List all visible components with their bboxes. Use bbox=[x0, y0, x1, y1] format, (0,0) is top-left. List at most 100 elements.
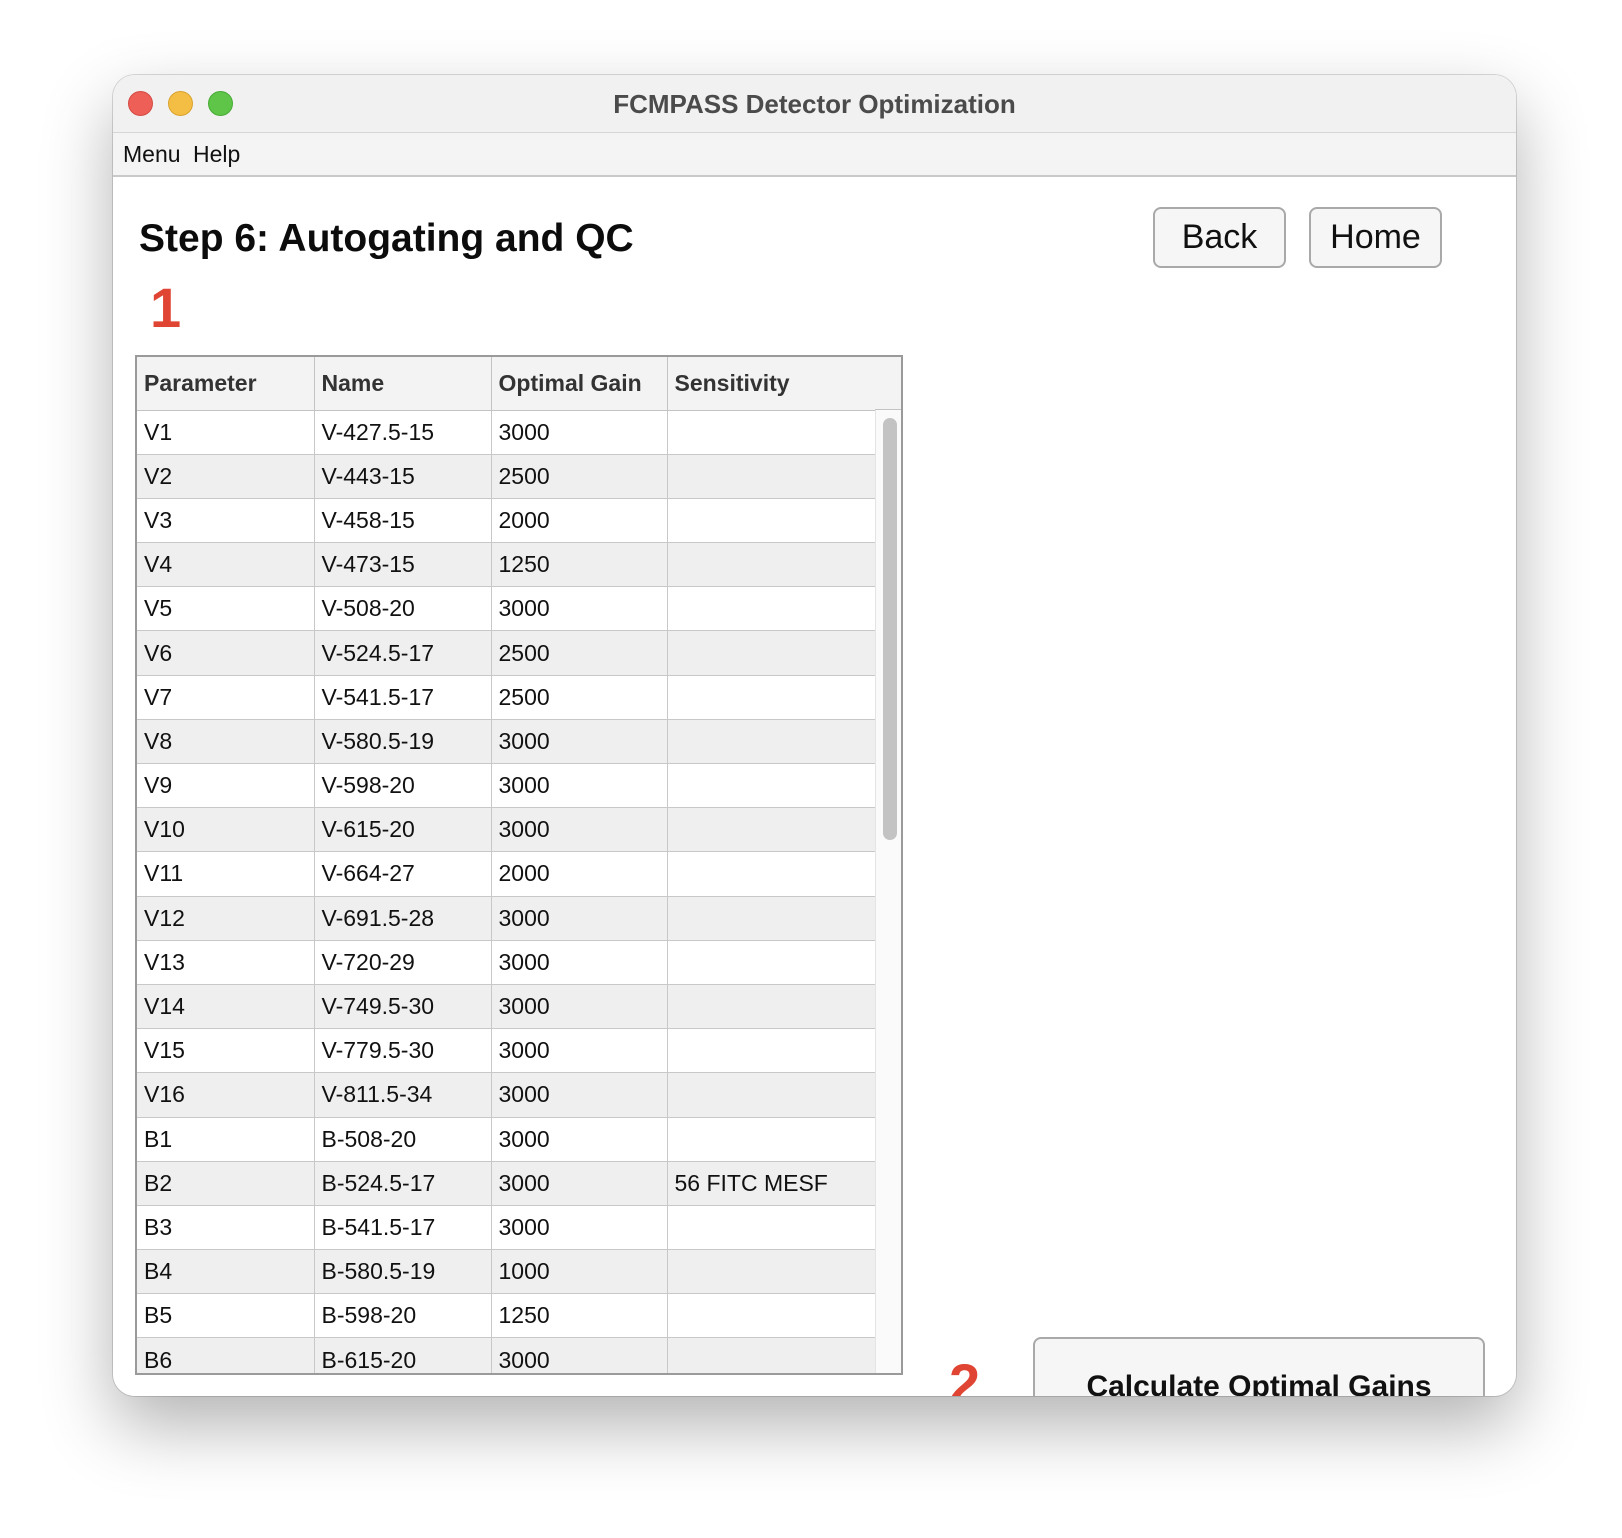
cell-parameter: V15 bbox=[137, 1028, 315, 1074]
table-row[interactable]: V15 V-779.5-30 3000 bbox=[137, 1028, 878, 1074]
cell-parameter: V13 bbox=[137, 940, 315, 985]
cell-parameter: V4 bbox=[137, 542, 315, 588]
calculate-optimal-gains-button[interactable]: Calculate Optimal Gains bbox=[1033, 1337, 1485, 1396]
table-row[interactable]: B2 B-524.5-17 3000 56 FITC MESF bbox=[137, 1161, 878, 1206]
cell-name: V-524.5-17 bbox=[314, 630, 492, 676]
cell-sensitivity bbox=[667, 851, 878, 897]
cell-sensitivity bbox=[667, 1205, 878, 1251]
cell-sensitivity bbox=[667, 1337, 878, 1373]
cell-name: V-779.5-30 bbox=[314, 1028, 492, 1074]
title-bar: FCMPASS Detector Optimization bbox=[113, 75, 1516, 133]
table-row[interactable]: V7 V-541.5-17 2500 bbox=[137, 675, 878, 720]
table-row[interactable]: V9 V-598-20 3000 bbox=[137, 763, 878, 809]
cell-name: V-473-15 bbox=[314, 542, 492, 588]
table-row[interactable]: V10 V-615-20 3000 bbox=[137, 807, 878, 853]
cell-parameter: V12 bbox=[137, 896, 315, 941]
cell-optimal-gain: 2500 bbox=[491, 454, 668, 499]
cell-name: V-580.5-19 bbox=[314, 719, 492, 765]
cell-sensitivity bbox=[667, 896, 878, 941]
column-header-optimal-gain[interactable]: Optimal Gain bbox=[491, 357, 668, 411]
cell-optimal-gain: 3000 bbox=[491, 1072, 668, 1118]
cell-name: V-720-29 bbox=[314, 940, 492, 985]
table-row[interactable]: B1 B-508-20 3000 bbox=[137, 1117, 878, 1162]
cell-sensitivity bbox=[667, 630, 878, 676]
cell-parameter: V16 bbox=[137, 1072, 315, 1118]
cell-name: V-508-20 bbox=[314, 586, 492, 632]
cell-parameter: V8 bbox=[137, 719, 315, 765]
cell-optimal-gain: 2000 bbox=[491, 851, 668, 897]
table-row[interactable]: V14 V-749.5-30 3000 bbox=[137, 984, 878, 1030]
menu-item-help[interactable]: Help bbox=[193, 133, 240, 175]
cell-sensitivity bbox=[667, 807, 878, 853]
cell-parameter: V2 bbox=[137, 454, 315, 499]
column-header-name[interactable]: Name bbox=[314, 357, 492, 411]
cell-optimal-gain: 3000 bbox=[491, 1161, 668, 1206]
table-row[interactable]: B3 B-541.5-17 3000 bbox=[137, 1205, 878, 1251]
home-button[interactable]: Home bbox=[1309, 207, 1442, 268]
cell-sensitivity bbox=[667, 675, 878, 720]
cell-optimal-gain: 3000 bbox=[491, 1028, 668, 1074]
cell-name: V-443-15 bbox=[314, 454, 492, 499]
cell-optimal-gain: 2000 bbox=[491, 498, 668, 544]
table-row[interactable]: V12 V-691.5-28 3000 bbox=[137, 896, 878, 941]
table-row[interactable]: V16 V-811.5-34 3000 bbox=[137, 1072, 878, 1118]
cell-parameter: V3 bbox=[137, 498, 315, 544]
cell-name: B-580.5-19 bbox=[314, 1249, 492, 1295]
cell-name: V-811.5-34 bbox=[314, 1072, 492, 1118]
table-row[interactable]: B6 B-615-20 3000 bbox=[137, 1337, 878, 1373]
gains-table: Parameter Name Optimal Gain Sensitivity … bbox=[137, 357, 878, 1373]
column-header-parameter[interactable]: Parameter bbox=[137, 357, 315, 411]
cell-sensitivity bbox=[667, 1117, 878, 1162]
cell-name: V-427.5-15 bbox=[314, 410, 492, 455]
table-scrollbar[interactable] bbox=[875, 410, 901, 1373]
cell-parameter: V9 bbox=[137, 763, 315, 809]
table-row[interactable]: V6 V-524.5-17 2500 bbox=[137, 630, 878, 676]
step-marker-2: 2 bbox=[949, 1352, 981, 1396]
table-row[interactable]: V4 V-473-15 1250 bbox=[137, 542, 878, 588]
table-row[interactable]: V13 V-720-29 3000 bbox=[137, 940, 878, 985]
table-row[interactable]: V3 V-458-15 2000 bbox=[137, 498, 878, 544]
cell-optimal-gain: 3000 bbox=[491, 410, 668, 455]
cell-name: B-541.5-17 bbox=[314, 1205, 492, 1251]
cell-name: B-508-20 bbox=[314, 1117, 492, 1162]
cell-optimal-gain: 2500 bbox=[491, 630, 668, 676]
cell-sensitivity bbox=[667, 454, 878, 499]
cell-sensitivity bbox=[667, 1293, 878, 1339]
cell-sensitivity bbox=[667, 1028, 878, 1074]
cell-optimal-gain: 3000 bbox=[491, 586, 668, 632]
cell-name: V-749.5-30 bbox=[314, 984, 492, 1030]
cell-optimal-gain: 3000 bbox=[491, 719, 668, 765]
app-window: FCMPASS Detector Optimization Menu Help … bbox=[113, 75, 1516, 1396]
table-row[interactable]: B5 B-598-20 1250 bbox=[137, 1293, 878, 1339]
cell-optimal-gain: 3000 bbox=[491, 940, 668, 985]
menu-bar: Menu Help bbox=[113, 133, 1516, 177]
table-row[interactable]: V1 V-427.5-15 3000 bbox=[137, 410, 878, 455]
cell-optimal-gain: 3000 bbox=[491, 896, 668, 941]
cell-parameter: V6 bbox=[137, 630, 315, 676]
cell-optimal-gain: 3000 bbox=[491, 1337, 668, 1373]
cell-optimal-gain: 3000 bbox=[491, 807, 668, 853]
cell-parameter: V7 bbox=[137, 675, 315, 720]
cell-sensitivity bbox=[667, 542, 878, 588]
table-row[interactable]: V5 V-508-20 3000 bbox=[137, 586, 878, 632]
cell-sensitivity bbox=[667, 586, 878, 632]
cell-name: V-691.5-28 bbox=[314, 896, 492, 941]
cell-optimal-gain: 1250 bbox=[491, 542, 668, 588]
table-scrollbar-thumb[interactable] bbox=[883, 418, 897, 840]
cell-sensitivity bbox=[667, 498, 878, 544]
menu-item-menu[interactable]: Menu bbox=[123, 133, 181, 175]
table-row[interactable]: B4 B-580.5-19 1000 bbox=[137, 1249, 878, 1295]
cell-parameter: B3 bbox=[137, 1205, 315, 1251]
cell-name: V-598-20 bbox=[314, 763, 492, 809]
cell-optimal-gain: 2500 bbox=[491, 675, 668, 720]
back-button[interactable]: Back bbox=[1153, 207, 1286, 268]
page-title: Step 6: Autogating and QC bbox=[139, 217, 634, 260]
table-header-corner bbox=[875, 357, 901, 410]
column-header-sensitivity[interactable]: Sensitivity bbox=[667, 357, 878, 411]
cell-sensitivity bbox=[667, 984, 878, 1030]
cell-sensitivity bbox=[667, 1249, 878, 1295]
cell-name: V-664-27 bbox=[314, 851, 492, 897]
table-row[interactable]: V2 V-443-15 2500 bbox=[137, 454, 878, 499]
table-row[interactable]: V8 V-580.5-19 3000 bbox=[137, 719, 878, 765]
table-row[interactable]: V11 V-664-27 2000 bbox=[137, 851, 878, 897]
